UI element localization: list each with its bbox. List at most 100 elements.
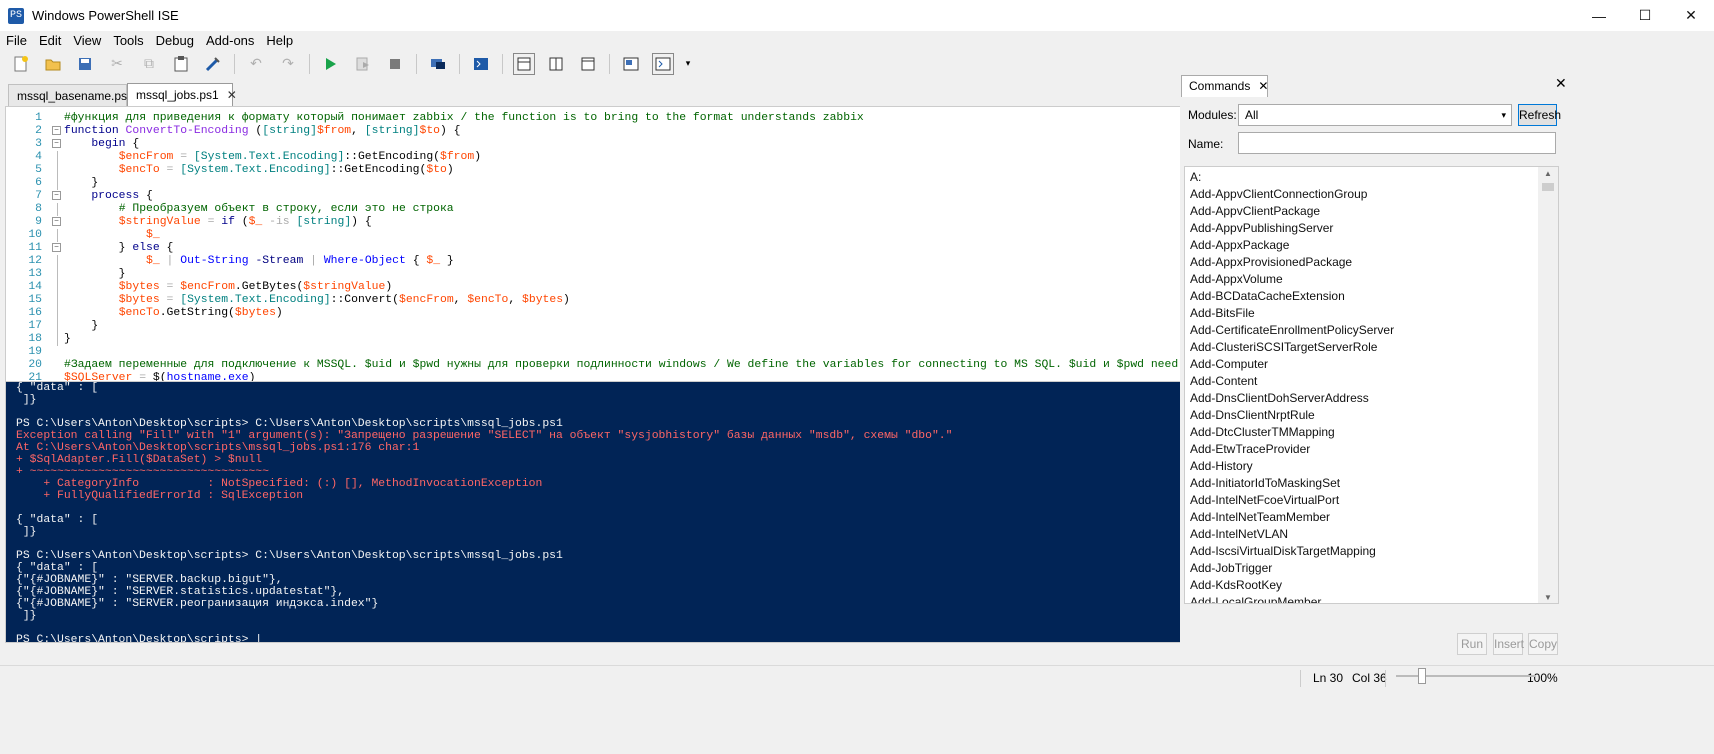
save-icon[interactable] [74, 53, 96, 75]
command-list-item[interactable]: Add-Content [1190, 373, 1540, 390]
close-tab-icon[interactable]: ✕ [1258, 79, 1268, 93]
clear-console-icon[interactable] [202, 53, 224, 75]
command-list-item[interactable]: Add-Computer [1190, 356, 1540, 373]
menu-debug[interactable]: Debug [150, 31, 200, 50]
show-commands-icon[interactable] [652, 52, 674, 75]
command-list-item[interactable]: Add-ClusteriSCSITargetServerRole [1190, 339, 1540, 356]
command-list-item[interactable]: Add-CertificateEnrollmentPolicyServer [1190, 322, 1540, 339]
name-input[interactable] [1238, 132, 1556, 154]
command-list-item[interactable]: Add-AppvClientPackage [1190, 203, 1540, 220]
commands-list[interactable]: A: Add-AppvClientConnectionGroup Add-AppvC… [1184, 166, 1559, 604]
command-list-item[interactable]: Add-InitiatorIdToMaskingSet [1190, 475, 1540, 492]
powershell-console-icon[interactable] [470, 53, 492, 75]
menu-view[interactable]: View [67, 31, 107, 50]
command-list-item[interactable]: A: [1190, 169, 1540, 186]
menu-tools[interactable]: Tools [107, 31, 149, 50]
cut-icon[interactable]: ✂ [106, 53, 128, 75]
command-list-item[interactable]: Add-AppxPackage [1190, 237, 1540, 254]
zoom-slider-thumb[interactable] [1418, 668, 1426, 684]
fold-toggle-icon[interactable]: − [52, 243, 61, 252]
console-pane[interactable]: { "data" : [ ]} PS C:\Users\Anton\Desktop… [5, 381, 1275, 643]
run-selection-icon[interactable] [352, 53, 374, 75]
code-token: $from [440, 151, 475, 163]
close-commands-pane-icon[interactable]: ✕ [1555, 75, 1567, 92]
code-text: process { [64, 190, 153, 203]
minimize-button[interactable]: — [1576, 0, 1622, 31]
stop-icon[interactable] [384, 53, 406, 75]
command-list-item[interactable]: Add-AppxProvisionedPackage [1190, 254, 1540, 271]
line-number: 20 [28, 359, 42, 371]
refresh-button[interactable]: Refresh [1518, 104, 1561, 126]
command-list-item[interactable]: Add-DnsClientNrptRule [1190, 407, 1540, 424]
command-list-item[interactable]: Add-LocalGroupMember [1190, 594, 1540, 603]
script-pane: mssql_basename.ps1 mssql_jobs.ps1✕ ▲ 1#ф… [0, 77, 1275, 703]
commands-vertical-scrollbar[interactable]: ▲ ▼ [1538, 167, 1558, 603]
redo-icon[interactable]: ↷ [277, 53, 299, 75]
scroll-up-icon[interactable]: ▲ [1538, 167, 1558, 181]
commands-scroll-thumb[interactable] [1542, 183, 1554, 191]
line-number: 9 [35, 216, 42, 228]
command-list-item[interactable]: Add-IntelNetFcoeVirtualPort [1190, 492, 1540, 509]
toolbar-overflow-icon[interactable]: ▾ [684, 53, 692, 75]
command-list-item[interactable]: Add-IntelNetTeamMember [1190, 509, 1540, 526]
layout-right-icon[interactable] [545, 53, 567, 75]
code-token: ::GetEncoding( [344, 151, 440, 163]
remote-powershell-icon[interactable] [427, 53, 449, 75]
scroll-down-icon[interactable]: ▼ [1538, 591, 1558, 603]
command-list-item[interactable]: Add-DnsClientDohServerAddress [1190, 390, 1540, 407]
fold-toggle-icon[interactable]: − [52, 217, 61, 226]
menu-addons[interactable]: Add-ons [200, 31, 260, 50]
run-button[interactable]: Run [1457, 633, 1487, 655]
code-token: Out-String [180, 255, 249, 267]
command-list-item[interactable]: Add-BCDataCacheExtension [1190, 288, 1540, 305]
fold-toggle-icon[interactable]: − [52, 139, 61, 148]
open-folder-icon[interactable] [42, 53, 64, 75]
insert-button[interactable]: Insert [1493, 633, 1524, 655]
command-list-item[interactable]: Add-KdsRootKey [1190, 577, 1540, 594]
show-script-pane-icon[interactable] [620, 53, 642, 75]
command-list-item[interactable]: Add-EtwTraceProvider [1190, 441, 1540, 458]
code-editor[interactable]: 1 #функция для приведения к формату котор… [5, 106, 1275, 398]
menu-edit[interactable]: Edit [33, 31, 67, 50]
command-list-item[interactable]: Add-BitsFile [1190, 305, 1540, 322]
tab-commands[interactable]: Commands ✕ [1181, 75, 1268, 97]
layout-top-icon[interactable] [513, 52, 535, 75]
line-number: 1 [35, 112, 42, 124]
command-list-item[interactable]: Add-AppvClientConnectionGroup [1190, 186, 1540, 203]
menu-file[interactable]: File [0, 31, 33, 50]
code-line: 16 $encTo.GetString($bytes) [6, 307, 1261, 320]
command-list-item[interactable]: Add-IscsiVirtualDiskTargetMapping [1190, 543, 1540, 560]
copy-button[interactable]: Copy [1528, 633, 1558, 655]
modules-dropdown[interactable]: All ▾ [1238, 104, 1512, 126]
run-script-icon[interactable] [320, 53, 342, 75]
code-text: } [64, 320, 98, 333]
fold-toggle-icon[interactable]: − [52, 126, 61, 135]
close-tab-icon[interactable]: ✕ [227, 88, 237, 102]
code-token: $encTo [118, 164, 160, 176]
code-token: $_ [426, 255, 441, 267]
command-list-item[interactable]: Add-AppxVolume [1190, 271, 1540, 288]
code-token: $bytes [118, 281, 160, 293]
command-list-item[interactable]: Add-IntelNetVLAN [1190, 526, 1540, 543]
new-file-icon[interactable] [10, 53, 32, 75]
code-token: $encFrom [398, 294, 454, 306]
zoom-slider-track[interactable] [1396, 675, 1536, 677]
console-error-line: At C:\Users\Anton\Desktop\scripts\mssql_… [16, 442, 420, 454]
command-list-item[interactable]: Add-History [1190, 458, 1540, 475]
menu-help[interactable]: Help [260, 31, 299, 50]
fold-toggle-icon[interactable]: − [52, 191, 61, 200]
paste-icon[interactable] [170, 53, 192, 75]
toolbar-separator [416, 53, 417, 74]
layout-maximized-icon[interactable] [577, 53, 599, 75]
code-token: .GetString( [159, 307, 235, 319]
maximize-button[interactable]: ☐ [1622, 0, 1668, 31]
code-line: 9 − $stringValue = if ($_ -is [string]) { [6, 216, 1261, 229]
command-list-item[interactable]: Add-JobTrigger [1190, 560, 1540, 577]
command-list-item[interactable]: Add-AppvPublishingServer [1190, 220, 1540, 237]
command-list-item[interactable]: Add-DtcClusterTMMapping [1190, 424, 1540, 441]
close-window-button[interactable]: ✕ [1668, 0, 1714, 31]
undo-icon[interactable]: ↶ [245, 53, 267, 75]
copy-icon[interactable]: ⧉ [138, 53, 160, 75]
